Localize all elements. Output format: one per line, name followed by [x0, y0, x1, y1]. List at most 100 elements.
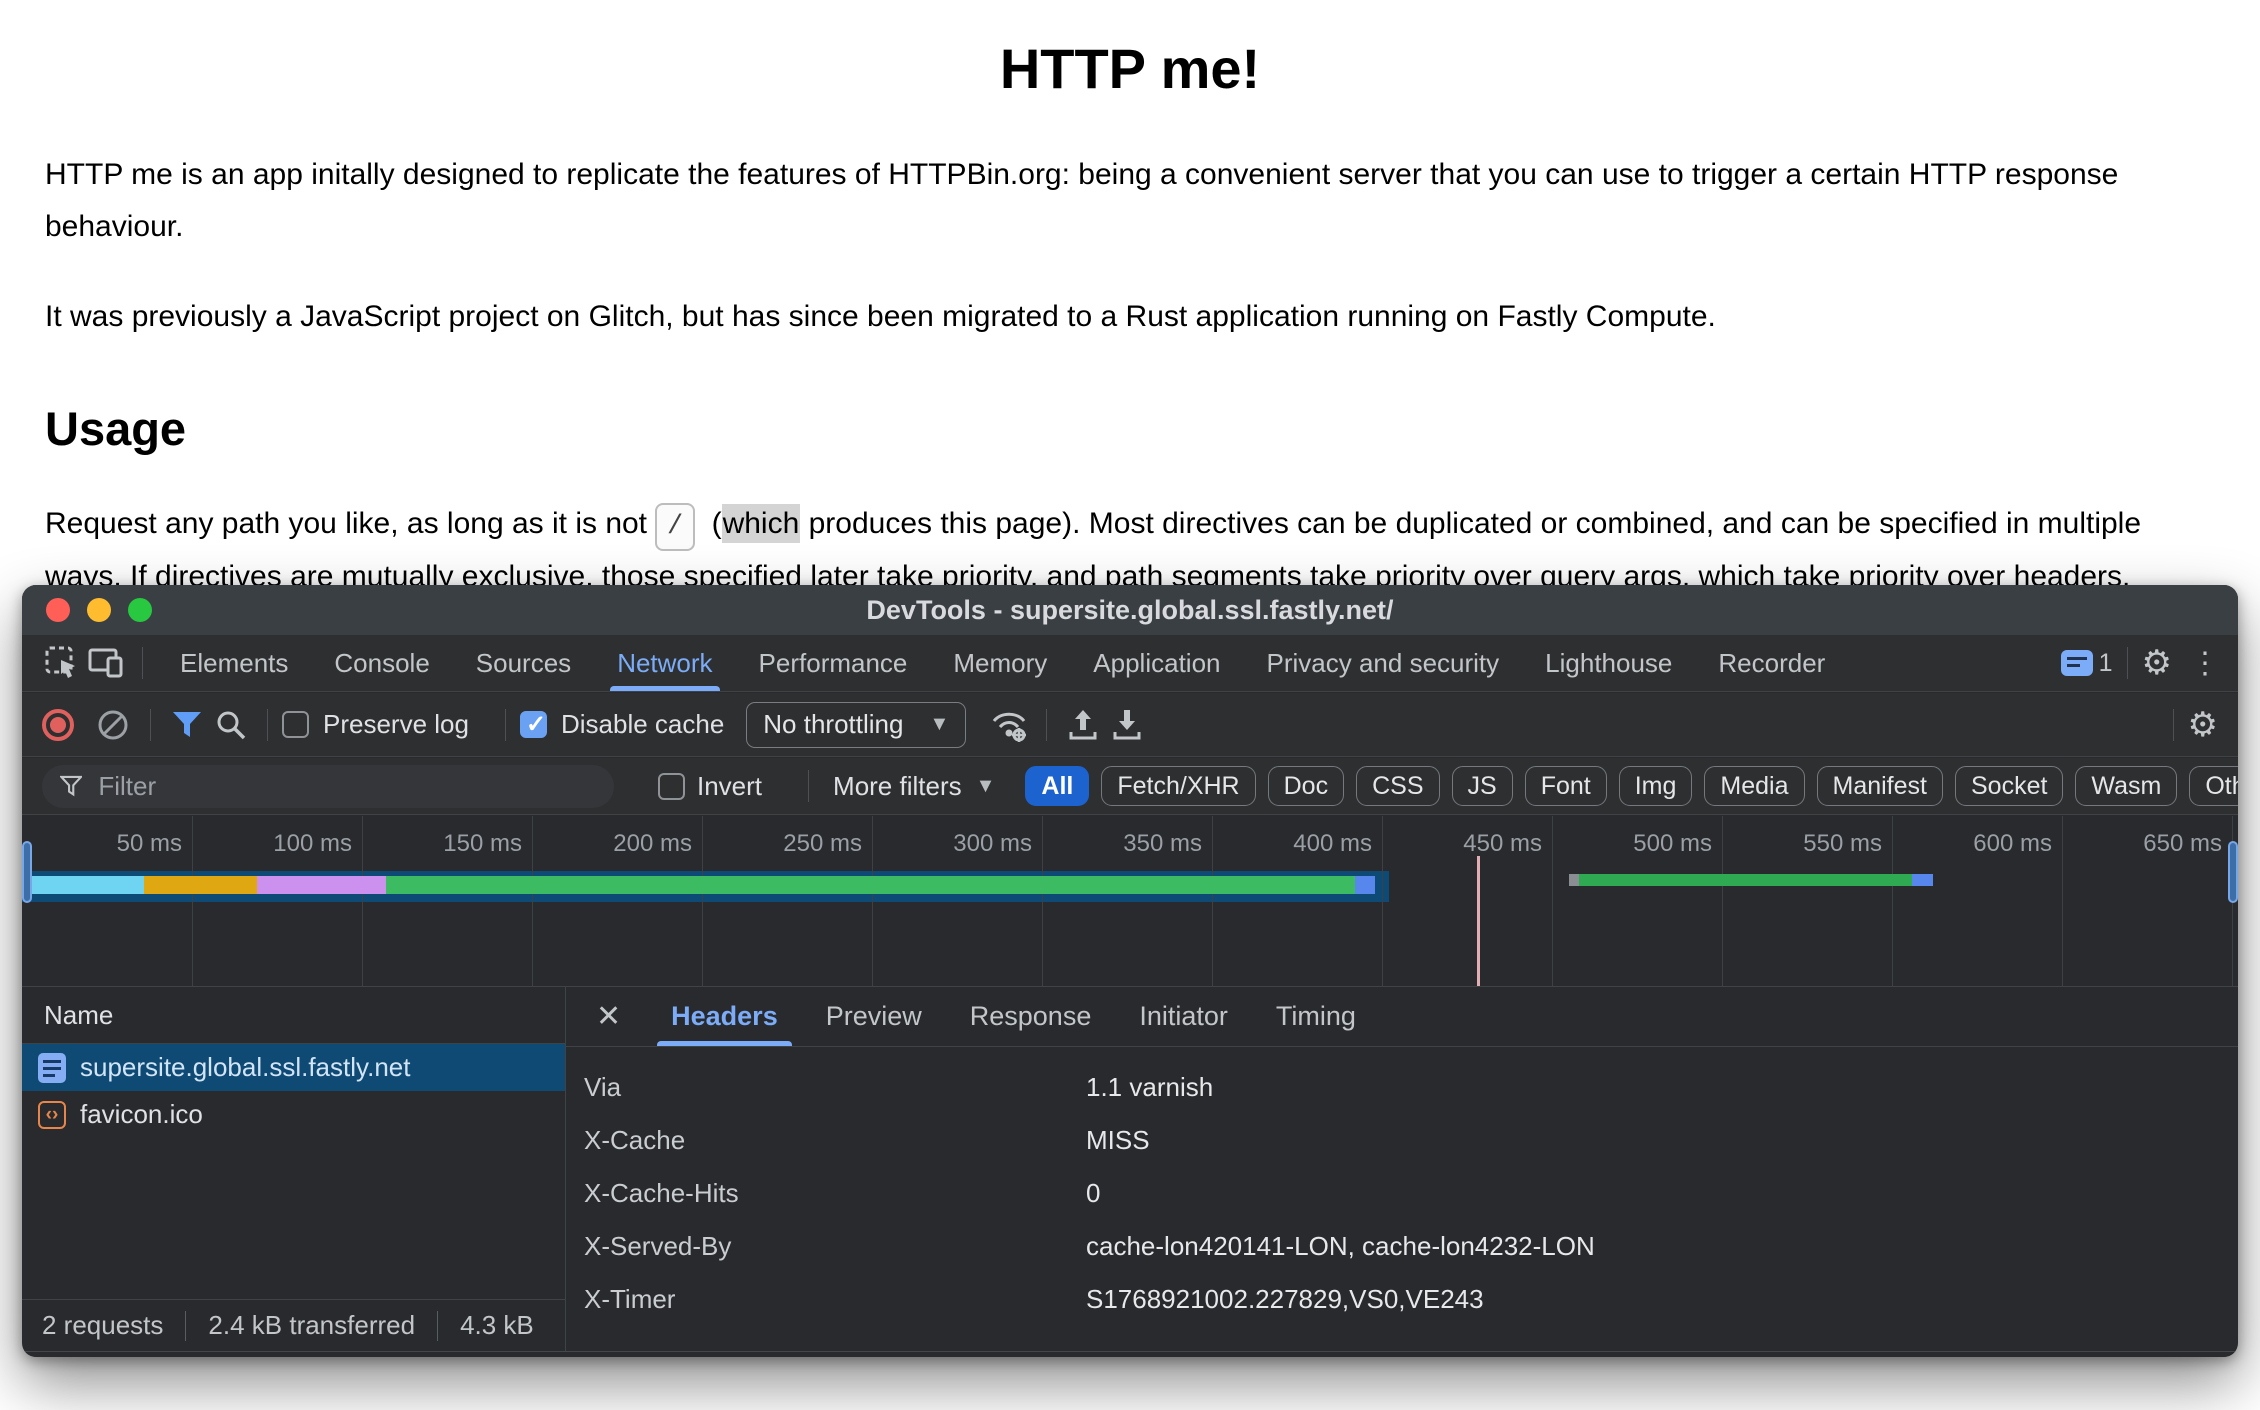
tab-privacy-and-security[interactable]: Privacy and security	[1244, 635, 1523, 691]
migration-paragraph: It was previously a JavaScript project o…	[45, 291, 2215, 343]
waterfall-segment	[1912, 874, 1932, 886]
close-icon[interactable]: ✕	[596, 999, 621, 1034]
tab-elements[interactable]: Elements	[157, 635, 311, 691]
tab-application[interactable]: Application	[1070, 635, 1243, 691]
timeline-tick-label: 450 ms	[1463, 830, 1542, 858]
header-name: X-Cache	[566, 1125, 1086, 1156]
window-controls	[46, 598, 152, 622]
header-row-via: Via 1.1 varnish	[566, 1061, 2238, 1114]
details-tab-response[interactable]: Response	[946, 987, 1116, 1046]
filter-chip-manifest[interactable]: Manifest	[1817, 766, 1943, 806]
search-icon[interactable]	[209, 705, 253, 745]
filter-chip-other[interactable]: Other	[2189, 766, 2238, 806]
clear-network-log-icon[interactable]	[96, 708, 130, 742]
tab-sources[interactable]: Sources	[453, 635, 594, 691]
tab-network[interactable]: Network	[594, 635, 735, 691]
document-icon	[38, 1053, 66, 1083]
details-tabbar: ✕ Headers Preview Response Initiator Tim…	[566, 987, 2238, 1047]
network-main-area: Name supersite.global.ssl.fastly.net ‹› …	[22, 987, 2238, 1352]
transferred-size: 2.4 kB transferred	[208, 1310, 415, 1341]
filter-input-pill[interactable]	[42, 765, 614, 808]
tab-recorder[interactable]: Recorder	[1695, 635, 1848, 691]
settings-gear-icon[interactable]: ⚙	[2142, 643, 2172, 683]
invert-label[interactable]: Invert	[697, 771, 762, 802]
filter-input[interactable]	[96, 770, 596, 803]
timeline-gridline	[1212, 816, 1213, 986]
filter-chip-doc[interactable]: Doc	[1268, 766, 1344, 806]
timeline-gridline	[1552, 816, 1553, 986]
overview-left-handle[interactable]	[22, 841, 32, 903]
network-toolbar: Preserve log Disable cache No throttling…	[22, 693, 2238, 757]
tab-memory[interactable]: Memory	[930, 635, 1070, 691]
timeline-gridline	[362, 816, 363, 986]
network-conditions-icon[interactable]	[988, 705, 1032, 745]
filter-chip-css[interactable]: CSS	[1356, 766, 1439, 806]
preserve-log-checkbox[interactable]	[282, 711, 309, 738]
devtools-titlebar[interactable]: DevTools - supersite.global.ssl.fastly.n…	[22, 585, 2238, 635]
header-row-x-cache-hits: X-Cache-Hits 0	[566, 1167, 2238, 1220]
record-network-log-button[interactable]	[42, 709, 74, 741]
filter-chip-socket[interactable]: Socket	[1955, 766, 2063, 806]
timeline-gridline	[192, 816, 193, 986]
close-window-button[interactable]	[46, 598, 70, 622]
details-tab-preview[interactable]: Preview	[802, 987, 946, 1046]
timeline-tick-label: 400 ms	[1293, 830, 1372, 858]
details-tab-headers[interactable]: Headers	[647, 987, 802, 1046]
header-value: MISS	[1086, 1125, 1150, 1156]
toolbar-divider	[267, 709, 268, 741]
header-name: X-Served-By	[566, 1231, 1086, 1262]
tabbar-divider	[2127, 647, 2128, 679]
disable-cache-checkbox[interactable]	[520, 711, 547, 738]
tab-console[interactable]: Console	[311, 635, 452, 691]
issues-icon[interactable]	[2061, 650, 2093, 676]
load-event-line	[1477, 856, 1480, 986]
details-tab-initiator[interactable]: Initiator	[1115, 987, 1252, 1046]
details-tab-timing[interactable]: Timing	[1252, 987, 1380, 1046]
window-bottom-strip	[22, 1352, 2238, 1357]
export-har-icon[interactable]	[1105, 705, 1149, 745]
inspect-element-icon[interactable]	[40, 643, 84, 683]
requests-count: 2 requests	[42, 1310, 163, 1341]
favicon-request-bar[interactable]	[1569, 874, 1933, 886]
filter-chip-fetch-xhr[interactable]: Fetch/XHR	[1101, 766, 1255, 806]
name-column-header[interactable]: Name	[22, 987, 565, 1044]
network-overview-timeline[interactable]: 50 ms100 ms150 ms200 ms250 ms300 ms350 m…	[22, 816, 2238, 987]
header-name: Via	[566, 1072, 1086, 1103]
supersite-request-bar[interactable]	[29, 876, 1375, 894]
invert-checkbox[interactable]	[658, 773, 685, 800]
filter-chip-wasm[interactable]: Wasm	[2075, 766, 2177, 806]
header-name: X-Timer	[566, 1284, 1086, 1315]
timeline-tick-label: 650 ms	[2143, 830, 2222, 858]
filter-chip-all[interactable]: All	[1025, 766, 1089, 806]
toolbar-right: ⚙	[2159, 705, 2218, 745]
toolbar-divider	[505, 709, 506, 741]
import-har-icon[interactable]	[1061, 705, 1105, 745]
filter-chip-img[interactable]: Img	[1619, 766, 1693, 806]
filter-chip-media[interactable]: Media	[1704, 766, 1804, 806]
timeline-tick-label: 250 ms	[783, 830, 862, 858]
request-row-favicon[interactable]: ‹› favicon.ico	[22, 1091, 565, 1138]
more-options-kebab-icon[interactable]: ⋮	[2190, 646, 2220, 681]
header-value: cache-lon420141-LON, cache-lon4232-LON	[1086, 1231, 1595, 1262]
minimize-window-button[interactable]	[87, 598, 111, 622]
filter-funnel-icon[interactable]	[165, 705, 209, 745]
webpage-content: HTTP me! HTTP me is an app initally desi…	[0, 36, 2260, 603]
more-filters-label[interactable]: More filters	[833, 771, 962, 802]
filter-chip-font[interactable]: Font	[1525, 766, 1607, 806]
throttling-select[interactable]: No throttling ▼	[746, 702, 966, 748]
timeline-tick-label: 50 ms	[117, 830, 182, 858]
network-settings-gear-icon[interactable]: ⚙	[2188, 705, 2218, 745]
disable-cache-label[interactable]: Disable cache	[561, 709, 724, 740]
request-row-supersite[interactable]: supersite.global.ssl.fastly.net	[22, 1044, 565, 1091]
tab-lighthouse[interactable]: Lighthouse	[1522, 635, 1695, 691]
preserve-log-label[interactable]: Preserve log	[323, 709, 469, 740]
zoom-window-button[interactable]	[128, 598, 152, 622]
issues-count[interactable]: 1	[2099, 649, 2113, 678]
chevron-down-icon: ▼	[976, 775, 996, 798]
overview-right-handle[interactable]	[2228, 841, 2238, 903]
filter-chip-js[interactable]: JS	[1452, 766, 1513, 806]
device-toolbar-icon[interactable]	[84, 643, 128, 683]
tab-performance[interactable]: Performance	[736, 635, 931, 691]
timeline-tick-label: 500 ms	[1633, 830, 1712, 858]
header-value: S1768921002.227829,VS0,VE243	[1086, 1284, 1484, 1315]
